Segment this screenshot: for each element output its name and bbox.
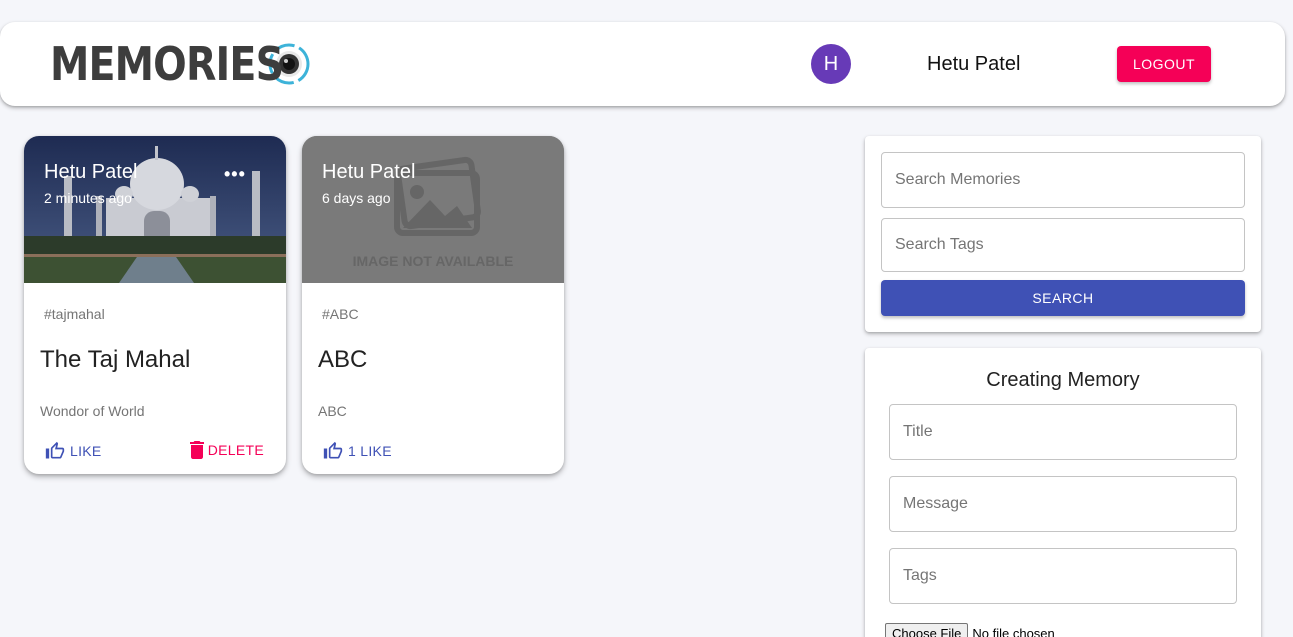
search-memories-input[interactable]	[881, 152, 1245, 208]
post-author: Hetu Patel	[44, 161, 138, 183]
thumb-up-icon	[323, 441, 343, 459]
file-status: No file chosen	[972, 626, 1055, 637]
form-title: Creating Memory	[986, 369, 1140, 391]
like-label: 1 LIKE	[348, 443, 392, 459]
app-bar: MEMORIES H Hetu Patel LOGOUT	[0, 22, 1285, 106]
post-message: Wondor of World	[40, 403, 145, 419]
image-unavailable-text: IMAGE NOT AVAILABLE	[353, 253, 514, 269]
post-tags: #ABC	[322, 306, 359, 322]
post-card: Hetu Patel 2 minutes ago ••• #tajmahal T…	[24, 136, 286, 474]
post-message: ABC	[318, 403, 347, 419]
delete-label: DELETE	[207, 442, 264, 458]
thumb-up-icon	[45, 441, 65, 459]
search-tags-input[interactable]	[881, 218, 1245, 272]
choose-file-button[interactable]: Choose File	[885, 623, 969, 637]
tags-input[interactable]	[889, 548, 1237, 604]
post-image: IMAGE NOT AVAILABLE	[302, 136, 564, 283]
post-time: 6 days ago	[322, 190, 391, 206]
create-memory-form: Creating Memory Choose File No file chos…	[865, 348, 1261, 637]
message-input[interactable]	[889, 476, 1237, 532]
search-button[interactable]: SEARCH	[881, 280, 1245, 316]
delete-button[interactable]: DELETE	[189, 441, 264, 459]
search-panel: SEARCH	[865, 136, 1261, 332]
avatar[interactable]: H	[811, 44, 851, 84]
post-author: Hetu Patel	[322, 161, 416, 183]
post-card: IMAGE NOT AVAILABLE Hetu Patel 6 days ag…	[302, 136, 564, 474]
like-button[interactable]: 1 LIKE	[322, 441, 392, 461]
post-title: The Taj Mahal	[40, 346, 191, 373]
post-time: 2 minutes ago	[44, 190, 132, 206]
post-tags: #tajmahal	[44, 306, 105, 322]
post-title: ABC	[318, 346, 368, 373]
like-label: LIKE	[70, 443, 102, 459]
logout-button[interactable]: LOGOUT	[1117, 46, 1211, 82]
file-input: Choose File No file chosen	[885, 623, 1055, 637]
brand-title: MEMORIES	[50, 37, 284, 91]
username: Hetu Patel	[927, 53, 1021, 75]
title-input[interactable]	[889, 404, 1237, 460]
like-button[interactable]: LIKE	[44, 441, 102, 461]
image-placeholder-icon: IMAGE NOT AVAILABLE	[302, 136, 564, 283]
taj-mahal-image	[24, 136, 286, 283]
trash-icon	[189, 441, 204, 459]
post-image	[24, 136, 286, 283]
brand[interactable]: MEMORIES	[50, 38, 310, 90]
more-horiz-icon[interactable]: •••	[224, 164, 246, 185]
